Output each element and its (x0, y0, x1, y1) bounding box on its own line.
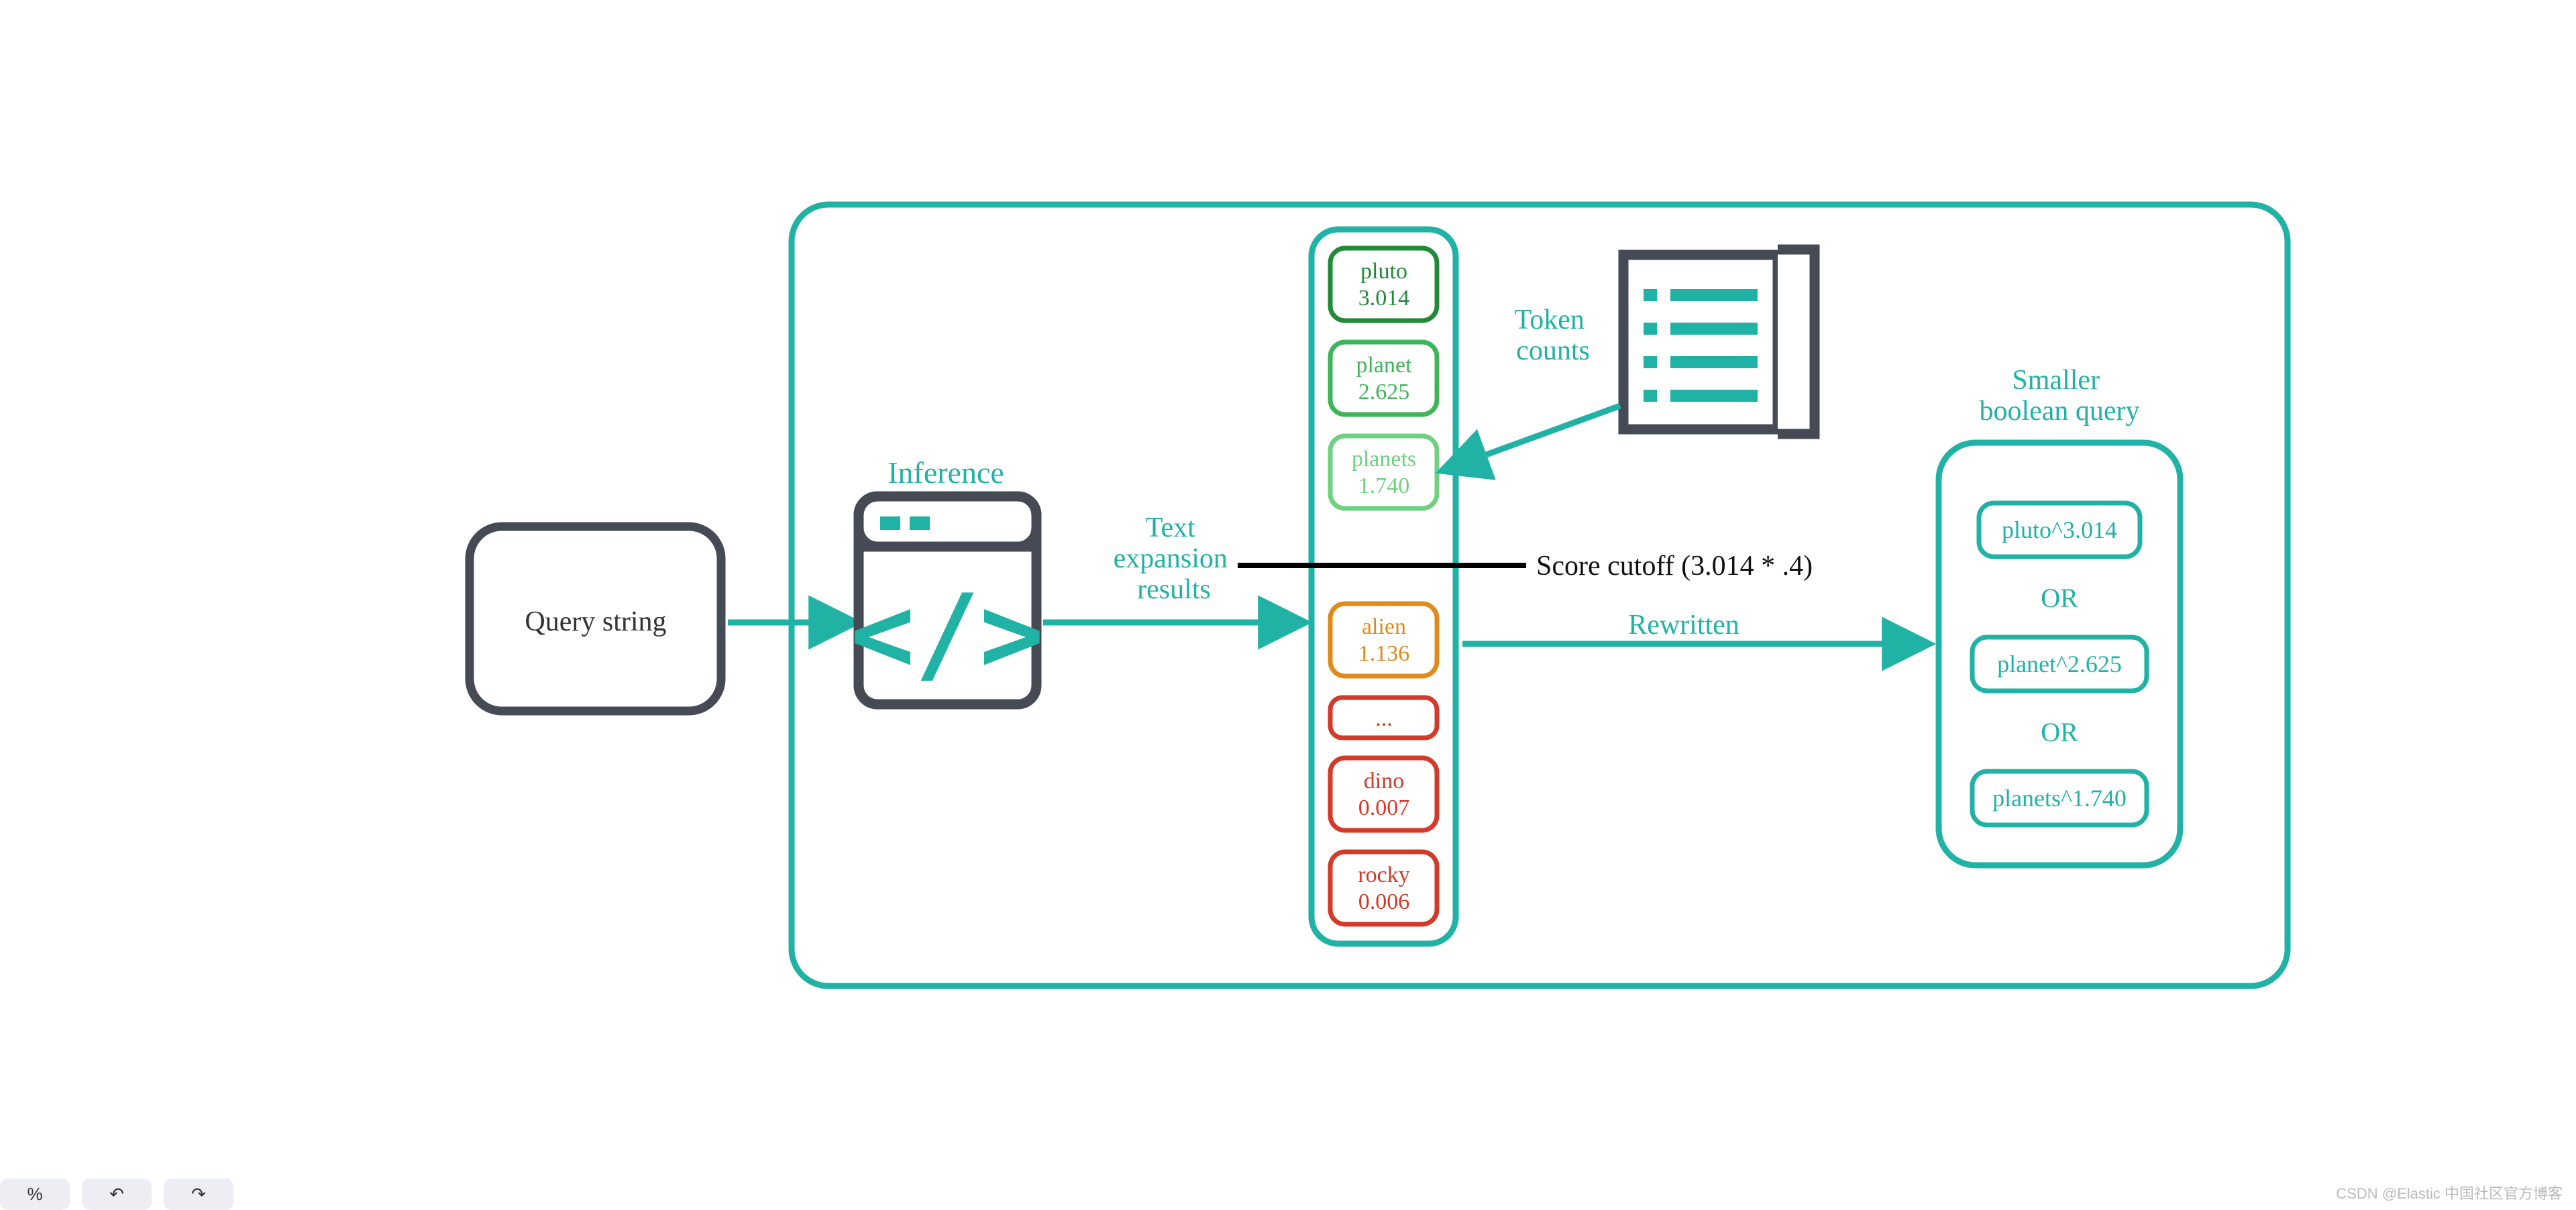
token-pluto: pluto 3.014 (1330, 248, 1437, 321)
svg-text:1.136: 1.136 (1358, 641, 1410, 666)
svg-text:planet: planet (1356, 353, 1412, 378)
redo-button[interactable]: ↷ (164, 1178, 233, 1210)
svg-text:rocky: rocky (1358, 863, 1409, 887)
token-planet: planet 2.625 (1330, 342, 1437, 415)
svg-text:1.740: 1.740 (1358, 474, 1410, 498)
svg-text:pluto: pluto (1360, 259, 1407, 284)
token-counts-label: Token counts (1515, 305, 1592, 366)
rewritten-label: Rewritten (1628, 610, 1739, 641)
output-pill-2: planet^2.625 (1972, 637, 2147, 691)
svg-text:planets^1.740: planets^1.740 (1992, 785, 2127, 812)
query-string-label: Query string (525, 606, 666, 637)
undo-button[interactable]: ↶ (82, 1178, 152, 1210)
svg-text:alien: alien (1362, 614, 1406, 639)
output-pill-3: planets^1.740 (1972, 771, 2147, 825)
svg-text:planet^2.625: planet^2.625 (1997, 651, 2122, 677)
document-icon (1623, 250, 1815, 434)
zoom-indicator[interactable]: % (0, 1178, 70, 1210)
watermark: CSDN @Elastic 中国社区官方博客 (2336, 1182, 2563, 1203)
token-alien: alien 1.136 (1330, 604, 1437, 676)
token-column (1311, 229, 1456, 944)
svg-text:2.625: 2.625 (1358, 380, 1410, 404)
svg-text:</>: </> (851, 571, 1044, 696)
inference-icon: </> (851, 496, 1044, 704)
token-rocky: rocky 0.006 (1330, 852, 1437, 924)
score-cutoff-label: Score cutoff (3.014 * .4) (1536, 551, 1813, 582)
bottom-toolbar: % ↶ ↷ (0, 1178, 233, 1210)
token-dino: dino 0.007 (1330, 758, 1437, 830)
output-pill-1: pluto^3.014 (1979, 503, 2140, 557)
text-expansion-label: Text expansion results (1114, 512, 1235, 605)
arrow-tokencounts (1446, 406, 1620, 470)
svg-text:...: ... (1375, 706, 1393, 731)
token-planets: planets 1.740 (1330, 436, 1437, 508)
svg-text:0.006: 0.006 (1358, 889, 1410, 914)
svg-text:3.014: 3.014 (1358, 286, 1410, 311)
svg-text:dino: dino (1364, 769, 1404, 793)
output-title: Smaller boolean query (1979, 365, 2139, 427)
query-string-box: Query string (470, 527, 721, 711)
svg-text:0.007: 0.007 (1358, 795, 1410, 820)
inference-label: Inference (888, 455, 1004, 490)
token-ellipsis: ... (1330, 698, 1437, 738)
output-or-1: OR (2041, 583, 2078, 613)
svg-text:pluto^3.014: pluto^3.014 (2002, 516, 2117, 543)
svg-text:planets: planets (1352, 447, 1416, 472)
output-or-2: OR (2041, 717, 2078, 747)
diagram-canvas: Query string Inference </> Text expansio… (0, 0, 2576, 1210)
